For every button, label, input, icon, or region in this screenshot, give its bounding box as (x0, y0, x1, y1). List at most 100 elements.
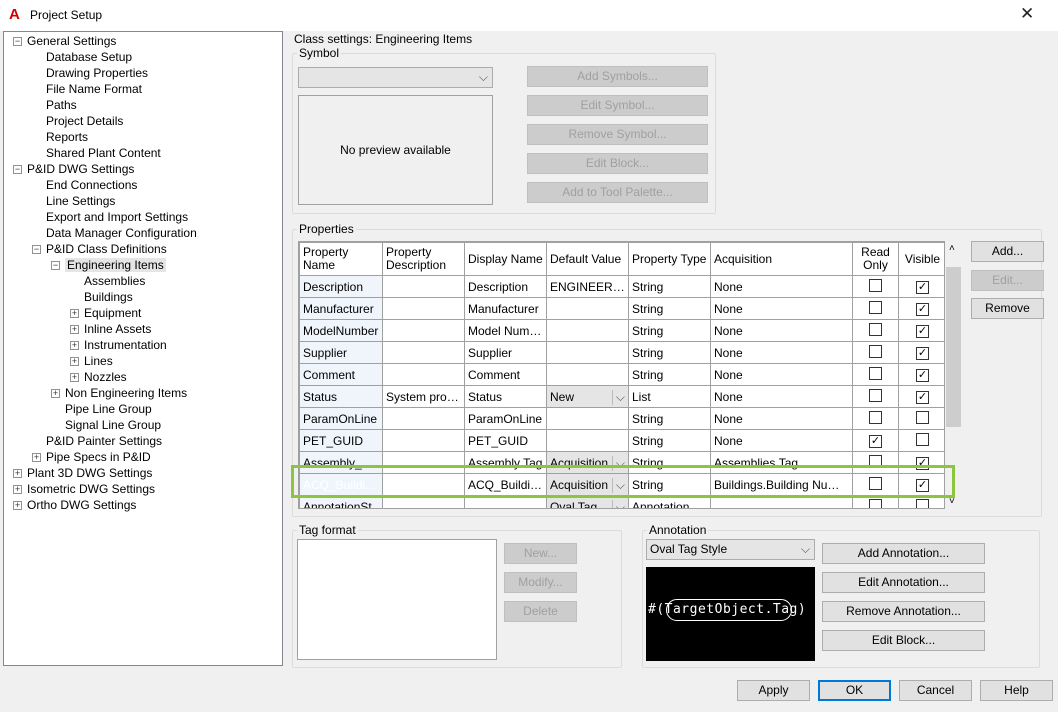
read-only-checkbox[interactable]: ✓ (869, 435, 882, 448)
property-name-cell[interactable]: ParamOnLine (299, 407, 383, 430)
settings-tree[interactable]: − General Settings Database Setup Drawing P… (3, 31, 283, 666)
tree-item[interactable]: Drawing Properties (46, 65, 148, 81)
annotation-button[interactable]: Edit Block... (822, 630, 985, 651)
table-row[interactable]: Description Description ENGINEERI... String… (299, 275, 944, 298)
display-name-cell[interactable]: Description (464, 275, 547, 298)
tree-item[interactable]: Reports (46, 129, 88, 145)
tree-item[interactable]: − P&ID Class Definitions (32, 241, 167, 257)
expand-icon[interactable]: + (32, 453, 41, 462)
annotation-button[interactable]: Edit Annotation... (822, 572, 985, 593)
table-row[interactable]: PET_GUID PET_GUID String None ✓ (299, 429, 944, 452)
property-description-cell[interactable] (382, 363, 465, 386)
tree-item[interactable]: − General Settings (13, 33, 116, 49)
tree-item[interactable]: − P&ID DWG Settings (13, 161, 134, 177)
ok-button[interactable]: OK (818, 680, 891, 701)
cancel-button[interactable]: Cancel (899, 680, 972, 701)
column-header[interactable]: Acquisition (710, 242, 853, 276)
remove-property-button[interactable]: Remove (971, 298, 1044, 319)
acquisition-cell[interactable]: None (710, 385, 853, 408)
chevron-down-icon[interactable]: ⌵ (611, 389, 625, 405)
read-only-checkbox[interactable] (869, 410, 882, 424)
add-property-button[interactable]: Add... (971, 241, 1044, 262)
column-header[interactable]: Read Only (852, 242, 899, 276)
property-description-cell[interactable] (382, 275, 465, 298)
property-description-cell[interactable] (382, 407, 465, 430)
symbol-combo[interactable]: ⌵ (298, 67, 493, 88)
visible-checkbox[interactable] (916, 498, 929, 508)
tree-item[interactable]: + Equipment (70, 305, 141, 321)
column-header[interactable]: Property Type (628, 242, 711, 276)
tree-item[interactable]: Signal Line Group (65, 417, 161, 433)
property-name-cell[interactable]: Status (299, 385, 383, 408)
read-only-checkbox[interactable] (869, 388, 882, 402)
default-value-cell[interactable] (546, 407, 629, 430)
display-name-cell[interactable]: ParamOnLine (464, 407, 547, 430)
property-description-cell[interactable] (382, 297, 465, 320)
collapse-icon[interactable]: − (13, 165, 22, 174)
property-type-cell[interactable]: List (628, 385, 711, 408)
tree-item[interactable]: + Ortho DWG Settings (13, 497, 136, 513)
display-name-cell[interactable]: Supplier (464, 341, 547, 364)
display-name-cell[interactable]: Status (464, 385, 547, 408)
expand-icon[interactable]: + (13, 485, 22, 494)
acquisition-cell[interactable]: None (710, 363, 853, 386)
expand-icon[interactable]: + (70, 373, 79, 382)
tree-item[interactable]: Line Settings (46, 193, 115, 209)
visible-checkbox[interactable]: ✓ (916, 325, 929, 338)
scroll-up-icon[interactable]: ˄ (949, 243, 955, 254)
table-row[interactable]: Comment Comment String None ✓ (299, 363, 944, 386)
symbol-button[interactable]: Remove Symbol... (527, 124, 708, 145)
acquisition-cell[interactable]: None (710, 275, 853, 298)
tag-format-button[interactable]: Modify... (504, 572, 577, 593)
tree-item[interactable]: Shared Plant Content (46, 145, 161, 161)
tree-item[interactable]: − Engineering Items (51, 257, 166, 273)
collapse-icon[interactable]: − (13, 37, 22, 46)
table-row[interactable]: Status System prope... Status New ⌵ List None ✓ (299, 385, 944, 408)
close-icon[interactable]: ✕ (1020, 4, 1034, 24)
property-name-cell[interactable]: PET_GUID (299, 429, 383, 452)
annotation-button[interactable]: Add Annotation... (822, 543, 985, 564)
read-only-checkbox[interactable] (869, 300, 882, 314)
table-row[interactable]: Supplier Supplier String None ✓ (299, 341, 944, 364)
table-row[interactable]: ParamOnLine ParamOnLine String None (299, 407, 944, 430)
collapse-icon[interactable]: − (51, 261, 60, 270)
visible-checkbox[interactable] (916, 432, 929, 446)
chevron-down-icon[interactable]: ⌵ (611, 499, 625, 508)
tree-item[interactable]: Assemblies (84, 273, 145, 289)
column-header[interactable]: Default Value (546, 242, 629, 276)
tree-item[interactable]: End Connections (46, 177, 137, 193)
tree-item[interactable]: Database Setup (46, 49, 132, 65)
expand-icon[interactable]: + (70, 309, 79, 318)
property-name-cell[interactable]: ModelNumber (299, 319, 383, 342)
tag-format-list[interactable] (297, 539, 497, 660)
property-name-cell[interactable]: Supplier (299, 341, 383, 364)
symbol-button[interactable]: Add to Tool Palette... (527, 182, 708, 203)
read-only-checkbox[interactable] (869, 366, 882, 380)
symbol-button[interactable]: Edit Symbol... (527, 95, 708, 116)
property-type-cell[interactable]: String (628, 319, 711, 342)
tree-item[interactable]: + Inline Assets (70, 321, 151, 337)
acquisition-cell[interactable]: None (710, 319, 853, 342)
column-header[interactable]: Visible (898, 242, 944, 276)
read-only-checkbox[interactable] (869, 498, 882, 508)
tree-item[interactable]: Project Details (46, 113, 123, 129)
scroll-thumb[interactable] (946, 267, 961, 427)
default-value-cell[interactable] (546, 363, 629, 386)
tree-item[interactable]: Export and Import Settings (46, 209, 188, 225)
property-type-cell[interactable]: String (628, 407, 711, 430)
expand-icon[interactable]: + (70, 325, 79, 334)
visible-checkbox[interactable]: ✓ (916, 303, 929, 316)
property-type-cell[interactable]: String (628, 275, 711, 298)
tree-item[interactable]: + Plant 3D DWG Settings (13, 465, 152, 481)
tree-item[interactable]: + Lines (70, 353, 113, 369)
column-header[interactable]: Display Name (464, 242, 547, 276)
edit-property-button[interactable]: Edit... (971, 270, 1044, 291)
apply-button[interactable]: Apply (737, 680, 810, 701)
visible-checkbox[interactable]: ✓ (916, 369, 929, 382)
annotation-button[interactable]: Remove Annotation... (822, 601, 985, 622)
acquisition-cell[interactable]: None (710, 341, 853, 364)
property-type-cell[interactable]: String (628, 429, 711, 452)
symbol-button[interactable]: Edit Block... (527, 153, 708, 174)
tree-item[interactable]: Buildings (84, 289, 133, 305)
default-value-cell[interactable] (546, 297, 629, 320)
